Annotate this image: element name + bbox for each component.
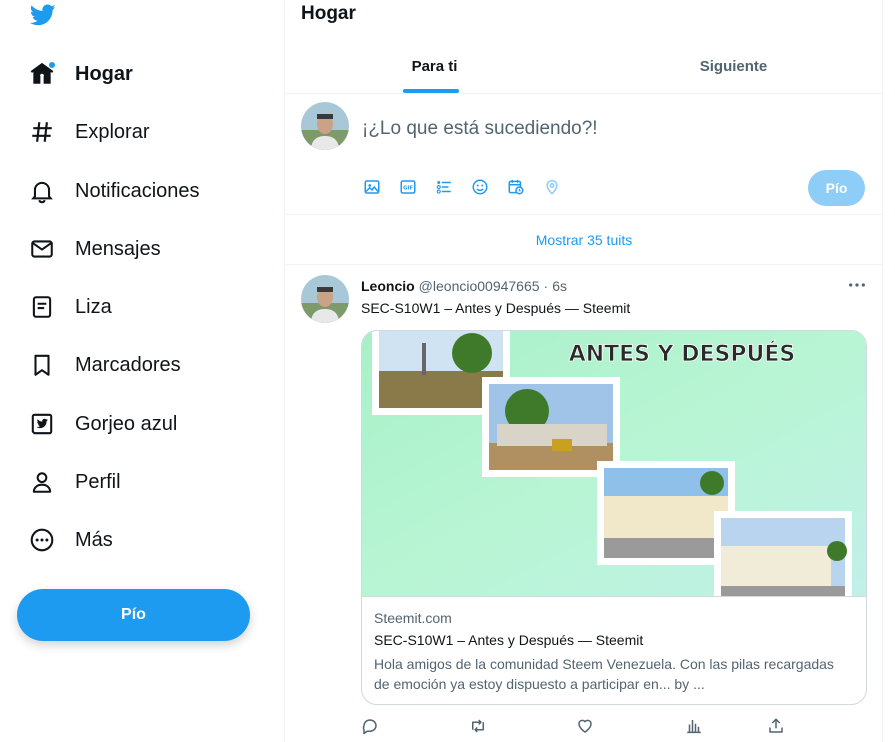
twitter-bird-icon[interactable] <box>28 2 58 28</box>
main-timeline: Hogar Para ti Siguiente ¡¿Lo que está su… <box>284 0 883 742</box>
page-title: Hogar <box>301 3 356 24</box>
envelope-icon <box>24 231 60 267</box>
sidebar-item-label: Explorar <box>75 120 150 143</box>
sidebar-item-liza[interactable]: Liza <box>24 283 112 331</box>
bookmark-icon <box>24 347 60 383</box>
views-icon[interactable] <box>683 715 705 737</box>
hashtag-icon <box>24 114 60 150</box>
tweet[interactable]: Leoncio @leoncio00947665 · 6s SEC-S10W1 … <box>285 265 883 742</box>
tab-label: Siguiente <box>699 58 768 75</box>
card-meta: Steemit.com SEC-S10W1 – Antes y Después … <box>362 596 866 704</box>
sidebar-item-label: Hogar <box>75 62 133 85</box>
sidebar-item-label: Perfil <box>75 470 121 493</box>
retweet-icon[interactable] <box>467 715 489 737</box>
sidebar: Hogar Explorar Notificaciones Mensajes L… <box>0 0 284 742</box>
emoji-icon[interactable] <box>471 177 507 197</box>
list-icon <box>24 289 60 325</box>
sidebar-item-label: Mensajes <box>75 237 161 260</box>
like-icon[interactable] <box>574 715 596 737</box>
image-icon[interactable] <box>363 177 399 197</box>
card-image: ANTES Y DESPUÉS <box>362 331 866 596</box>
tab-label: Para ti <box>411 58 458 75</box>
tab-para-ti[interactable]: Para ti <box>285 40 584 93</box>
reply-icon[interactable] <box>359 715 381 737</box>
author-name[interactable]: Leoncio <box>361 278 415 294</box>
card-image-title: ANTES Y DESPUÉS <box>569 341 796 367</box>
card-domain: Steemit.com <box>374 610 452 626</box>
location-icon[interactable] <box>543 177 579 197</box>
sidebar-item-label: Gorjeo azul <box>75 412 178 435</box>
tweet-text: SEC-S10W1 – Antes y Después — Steemit <box>361 300 631 316</box>
avatar[interactable] <box>301 275 349 323</box>
sidebar-item-explorar[interactable]: Explorar <box>24 108 149 156</box>
sidebar-item-hogar[interactable]: Hogar <box>24 50 133 98</box>
tab-siguiente[interactable]: Siguiente <box>584 40 883 93</box>
tweet-button[interactable]: Pío <box>17 589 250 641</box>
timestamp[interactable]: 6s <box>552 278 567 294</box>
active-tab-indicator <box>403 89 459 93</box>
link-card[interactable]: ANTES Y DESPUÉS Steemit.com SEC-S10W1 – … <box>361 330 867 705</box>
show-new-tweets-link[interactable]: Mostrar 35 tuits <box>285 215 883 265</box>
sidebar-item-label: Marcadores <box>75 353 181 376</box>
sidebar-item-perfil[interactable]: Perfil <box>24 458 121 506</box>
sidebar-item-label: Notificaciones <box>75 179 200 202</box>
more-circle-icon <box>24 522 60 558</box>
svg-text:GIF: GIF <box>403 186 413 192</box>
more-options-icon[interactable] <box>847 277 867 293</box>
timeline-tabs: Para ti Siguiente <box>285 40 883 94</box>
composer-submit-button[interactable]: Pío <box>808 170 865 206</box>
gif-icon[interactable]: GIF <box>399 177 435 197</box>
card-title: SEC-S10W1 – Antes y Después — Steemit <box>374 632 644 648</box>
sidebar-item-label: Más <box>75 528 113 551</box>
composer-toolbar: GIF <box>363 177 579 197</box>
sidebar-item-mensajes[interactable]: Mensajes <box>24 225 161 273</box>
bell-icon <box>24 173 60 209</box>
separator: · <box>543 278 549 294</box>
schedule-icon[interactable] <box>507 177 543 197</box>
notification-dot <box>48 61 56 69</box>
person-icon <box>24 464 60 500</box>
home-icon <box>24 56 60 92</box>
tweet-header: Leoncio @leoncio00947665 · 6s <box>361 278 567 294</box>
tweet-actions <box>361 715 791 737</box>
tweet-composer: ¡¿Lo que está sucediendo?! GIF Pío <box>285 94 883 215</box>
sidebar-item-marcadores[interactable]: Marcadores <box>24 341 181 389</box>
sidebar-item-gorjeo-azul[interactable]: Gorjeo azul <box>24 400 177 448</box>
poll-icon[interactable] <box>435 177 471 197</box>
author-handle[interactable]: @leoncio00947665 <box>419 278 540 294</box>
twitter-blue-icon <box>24 406 60 442</box>
card-description: Hola amigos de la comunidad Steem Venezu… <box>374 656 834 692</box>
avatar[interactable] <box>301 102 349 150</box>
share-icon[interactable] <box>765 715 787 737</box>
sidebar-item-label: Liza <box>75 295 112 318</box>
composer-input[interactable]: ¡¿Lo que está sucediendo?! <box>362 118 598 140</box>
sidebar-item-notificaciones[interactable]: Notificaciones <box>24 167 200 215</box>
sidebar-item-mas[interactable]: Más <box>24 516 113 564</box>
